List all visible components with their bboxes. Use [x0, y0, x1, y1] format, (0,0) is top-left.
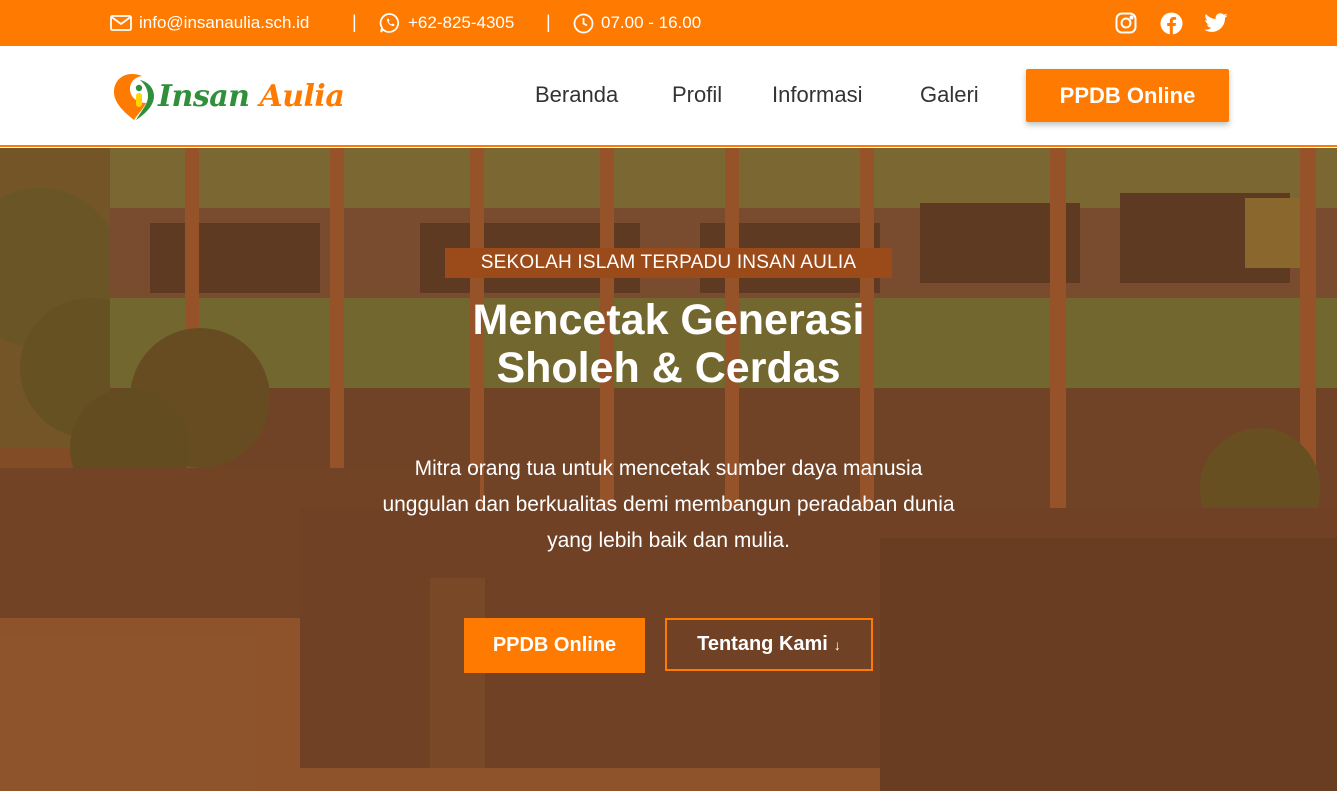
- tentang-kami-label: Tentang Kami: [697, 633, 828, 655]
- logo-word-2: Aulia: [259, 78, 345, 114]
- hero-section: SEKOLAH ISLAM TERPADU INSAN AULIA Mencet…: [0, 148, 1337, 791]
- mail-icon: [110, 15, 132, 31]
- tentang-kami-button[interactable]: Tentang Kami ↓: [665, 618, 873, 671]
- hero-desc-line-2: unggulan dan berkualitas demi membangun …: [382, 493, 955, 516]
- logo-word-1: Insan: [158, 78, 250, 114]
- ppdb-online-nav-button[interactable]: PPDB Online: [1026, 69, 1229, 122]
- nav-link-profil[interactable]: Profil: [672, 82, 722, 108]
- hours-info: 07.00 - 16.00: [573, 12, 701, 34]
- nav-link-beranda[interactable]: Beranda: [535, 82, 618, 108]
- hero-title: Mencetak Generasi Sholeh & Cerdas: [300, 296, 1037, 392]
- separator: |: [352, 12, 357, 32]
- email-contact[interactable]: info@insanaulia.sch.id: [110, 12, 309, 34]
- email-text: info@insanaulia.sch.id: [139, 13, 310, 32]
- top-info-bar: info@insanaulia.sch.id | +62-825-4305 | …: [0, 0, 1337, 46]
- whatsapp-icon: [379, 13, 400, 33]
- site-logo[interactable]: Insan Aulia: [112, 69, 345, 123]
- phone-contact[interactable]: +62-825-4305: [379, 12, 514, 34]
- nav-link-informasi[interactable]: Informasi: [772, 82, 862, 108]
- facebook-link[interactable]: [1159, 11, 1183, 35]
- school-name-badge: SEKOLAH ISLAM TERPADU INSAN AULIA: [445, 248, 892, 278]
- logo-mark-icon: [114, 74, 154, 120]
- hero-desc-line-3: yang lebih baik dan mulia.: [547, 529, 790, 552]
- hero-title-line-2: Sholeh & Cerdas: [496, 344, 841, 392]
- phone-text: +62-825-4305: [408, 13, 515, 32]
- separator: |: [546, 12, 551, 32]
- clock-icon: [573, 13, 594, 33]
- facebook-icon: [1160, 12, 1182, 34]
- ppdb-online-hero-button[interactable]: PPDB Online: [464, 618, 645, 673]
- hero-description: Mitra orang tua untuk mencetak sumber da…: [300, 451, 1037, 559]
- instagram-icon: [1115, 12, 1137, 34]
- instagram-link[interactable]: [1114, 11, 1138, 35]
- main-navbar: Insan Aulia Beranda Profil Informasi Gal…: [0, 46, 1337, 147]
- nav-link-galeri[interactable]: Galeri: [920, 82, 979, 108]
- twitter-link[interactable]: [1204, 11, 1228, 35]
- logo-text: Insan Aulia: [158, 78, 345, 114]
- hero-desc-line-1: Mitra orang tua untuk mencetak sumber da…: [414, 457, 923, 480]
- hours-text: 07.00 - 16.00: [601, 13, 702, 32]
- hero-title-line-1: Mencetak Generasi: [472, 296, 865, 344]
- arrow-down-icon: ↓: [833, 636, 841, 653]
- twitter-icon: [1204, 13, 1228, 32]
